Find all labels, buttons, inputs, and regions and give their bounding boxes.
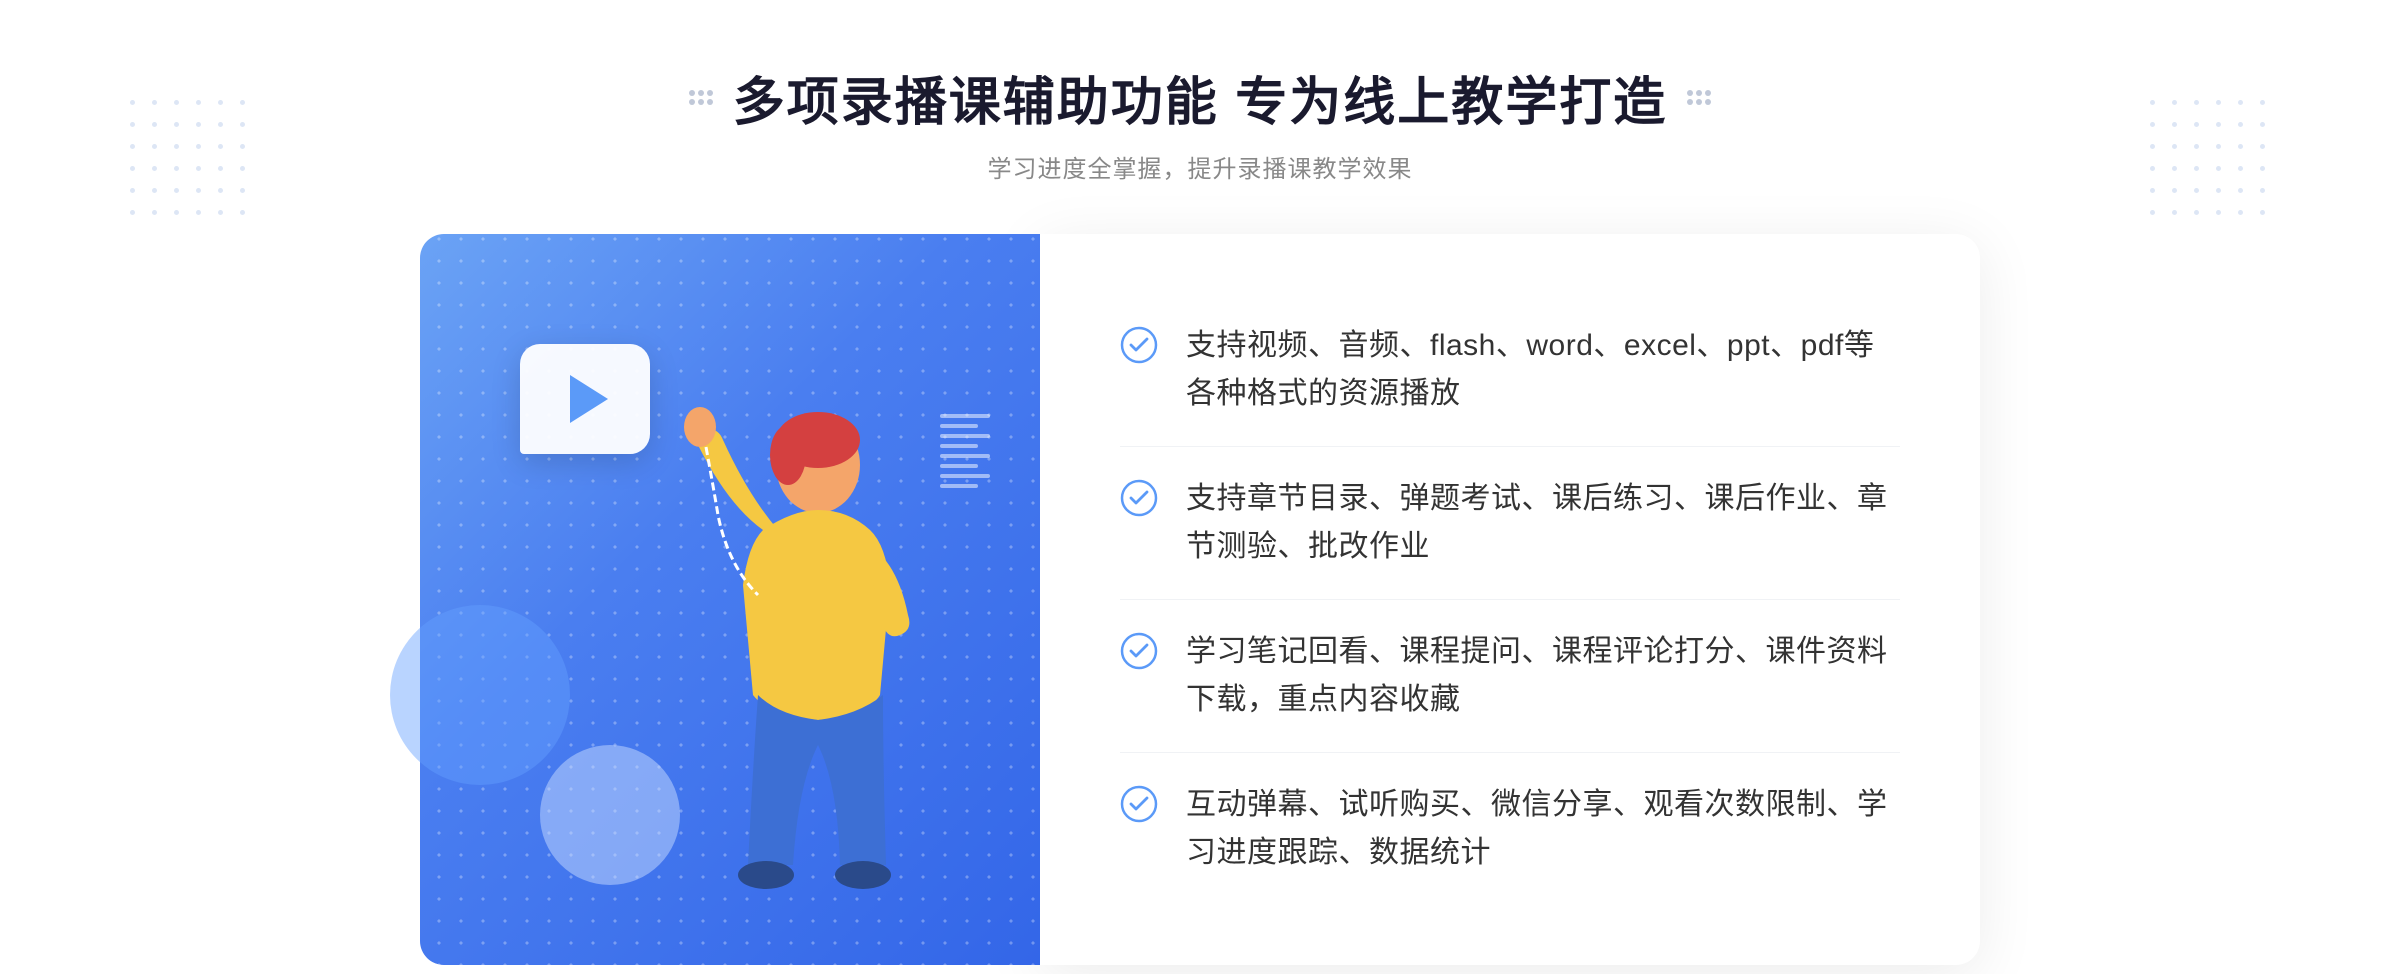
subtitle: 学习进度全掌握，提升录播课教学效果 (689, 149, 1711, 184)
feature-item-1: 支持视频、音频、flash、word、excel、ppt、pdf等各种格式的资源… (1120, 294, 1900, 447)
check-icon-1 (1120, 326, 1158, 364)
person-illustration (628, 385, 968, 965)
feature-item-4: 互动弹幕、试听购买、微信分享、观看次数限制、学习进度跟踪、数据统计 (1120, 753, 1900, 905)
feature-text-2: 支持章节目录、弹题考试、课后练习、课后作业、章节测验、批改作业 (1186, 475, 1900, 571)
content-area: » (420, 234, 1980, 965)
bg-dots-right (2150, 100, 2270, 220)
features-panel: 支持视频、音频、flash、word、excel、ppt、pdf等各种格式的资源… (1040, 234, 1980, 965)
bg-dots-left (130, 100, 250, 220)
play-icon (570, 375, 608, 423)
illustration-panel (420, 234, 1040, 965)
decorative-dots-left (689, 90, 713, 105)
main-title: 多项录播课辅助功能 专为线上教学打造 (733, 60, 1667, 135)
check-icon-4 (1120, 785, 1158, 823)
feature-item-2: 支持章节目录、弹题考试、课后练习、课后作业、章节测验、批改作业 (1120, 447, 1900, 600)
decorative-dots-right (1687, 90, 1711, 105)
feature-text-1: 支持视频、音频、flash、word、excel、ppt、pdf等各种格式的资源… (1186, 322, 1900, 418)
header-section: 多项录播课辅助功能 专为线上教学打造 学习进度全掌握，提升录播课教学效果 (689, 60, 1711, 184)
check-icon-2 (1120, 479, 1158, 517)
feature-item-3: 学习笔记回看、课程提问、课程评论打分、课件资料下载，重点内容收藏 (1120, 600, 1900, 753)
page-container: 多项录播课辅助功能 专为线上教学打造 学习进度全掌握，提升录播课教学效果 » (0, 0, 2400, 974)
check-icon-3 (1120, 632, 1158, 670)
feature-text-3: 学习笔记回看、课程提问、课程评论打分、课件资料下载，重点内容收藏 (1186, 628, 1900, 724)
circle-blue (390, 605, 570, 785)
feature-text-4: 互动弹幕、试听购买、微信分享、观看次数限制、学习进度跟踪、数据统计 (1186, 781, 1900, 877)
